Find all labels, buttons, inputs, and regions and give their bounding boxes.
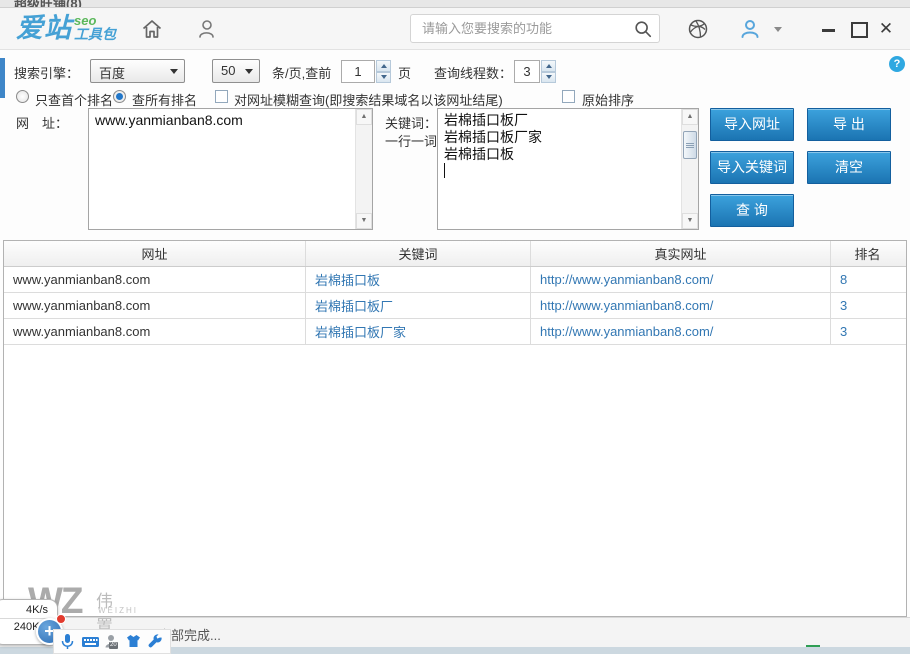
titlebar: 爱站 seo 工具包 ✕ [0, 8, 910, 50]
background-window-strip: 超级旺铺(8) [0, 0, 910, 8]
user-menu-caret-icon[interactable] [774, 27, 782, 32]
engine-select[interactable]: 百度 [90, 59, 185, 83]
text-cursor [444, 163, 445, 178]
results-table: 网址 关键词 真实网址 排名 www.yanmianban8.com 岩棉插口板… [3, 240, 907, 617]
threads-label: 查询线程数： [434, 66, 513, 81]
header-rank: 排名 [854, 247, 881, 262]
cell-rank: 3 [840, 298, 848, 313]
cell-url: www.yanmianban8.com [4, 319, 306, 344]
keywords-scrollbar[interactable]: ▲ ▼ [681, 109, 698, 229]
engine-label: 搜索引擎： [14, 66, 80, 81]
pages-input[interactable]: 1 [341, 60, 375, 83]
help-icon[interactable]: ? [889, 56, 905, 72]
background-accent [0, 58, 5, 98]
threads-down-icon[interactable] [541, 71, 556, 83]
ime-user-icon[interactable]: 20 [103, 633, 120, 650]
scroll-down-icon[interactable]: ▼ [682, 213, 698, 229]
import-urls-button[interactable]: 导入网址 [710, 108, 794, 141]
minimize-button[interactable] [820, 20, 838, 38]
chevron-down-icon [170, 69, 178, 74]
ime-badge: 20 [109, 642, 118, 649]
threads-stepper: 3 [514, 60, 556, 83]
app-window: 超级旺铺(8) 爱站 seo 工具包 ✕ [0, 0, 910, 654]
table-header-row: 网址 关键词 真实网址 排名 [4, 241, 906, 267]
scrollbar-thumb[interactable] [683, 131, 697, 159]
checkbox-original-order-label[interactable]: 原始排序 [582, 90, 634, 109]
chevron-down-icon [245, 69, 253, 74]
radio-first-rank[interactable] [16, 90, 29, 103]
url-scrollbar[interactable]: ▲ ▼ [355, 109, 372, 229]
radio-all-ranks[interactable] [113, 90, 126, 103]
pagesize-value: 50 [221, 63, 236, 78]
scroll-down-icon[interactable]: ▼ [356, 213, 372, 229]
header-url: 网址 [4, 241, 306, 266]
wrench-icon[interactable] [147, 633, 164, 650]
cell-rank: 8 [840, 272, 848, 287]
function-search-box [410, 14, 660, 43]
scroll-up-icon[interactable]: ▲ [356, 109, 372, 125]
table-row: www.yanmianban8.com 岩棉插口板厂家 http://www.y… [4, 319, 906, 345]
pages-stepper: 1 [341, 60, 391, 83]
checkbox-original-order[interactable] [562, 90, 575, 103]
engine-value: 百度 [99, 66, 126, 81]
url-label: 网 址： [16, 116, 69, 131]
keywords-textarea[interactable]: 岩棉插口板厂 岩棉插口板厂家 岩棉插口板 [437, 108, 699, 230]
per-page-label: 条/页,查前 [272, 66, 332, 81]
cell-real-url-link[interactable]: http://www.yanmianban8.com/ [531, 319, 831, 344]
contacts-icon[interactable] [194, 17, 218, 44]
pagesize-select[interactable]: 50 [212, 59, 260, 83]
cell-real-url-link[interactable]: http://www.yanmianban8.com/ [531, 293, 831, 318]
upload-speed: 4K/s [0, 604, 48, 619]
skin-tshirt-icon[interactable] [125, 633, 142, 650]
search-input[interactable] [420, 16, 625, 41]
home-icon[interactable] [140, 17, 164, 44]
keyword-sublabel: 一行一词 [385, 134, 438, 149]
cell-keyword-link[interactable]: 岩棉插口板厂 [306, 293, 531, 318]
threads-input[interactable]: 3 [514, 60, 540, 83]
app-logo: 爱站 seo 工具包 [16, 13, 116, 43]
header-keyword: 关键词 [306, 241, 531, 266]
maximize-button[interactable] [849, 20, 868, 38]
checkbox-fuzzy-match[interactable] [215, 90, 228, 103]
logo-text: 爱站 [16, 13, 72, 43]
cell-keyword-link[interactable]: 岩棉插口板 [306, 267, 531, 292]
cell-url: www.yanmianban8.com [4, 267, 306, 292]
ime-toolbar: 20 [53, 629, 171, 654]
search-icon[interactable] [633, 19, 653, 39]
header-real-url: 真实网址 [531, 241, 831, 266]
import-keywords-button[interactable]: 导入关键词 [710, 151, 794, 184]
close-button[interactable]: ✕ [877, 20, 895, 38]
watermark-sub: WEIZHI [98, 606, 138, 615]
table-row: www.yanmianban8.com 岩棉插口板厂 http://www.ya… [4, 293, 906, 319]
user-icon[interactable] [738, 17, 762, 44]
checkbox-fuzzy-match-label[interactable]: 对网址模糊查询(即搜索结果域名以该网址结尾) [234, 90, 503, 109]
dribbble-icon[interactable] [686, 17, 710, 44]
radio-all-ranks-label[interactable]: 查所有排名 [132, 90, 197, 109]
notification-dot [56, 614, 66, 624]
background-window-title: 超级旺铺(8) [14, 0, 82, 8]
cell-rank: 3 [840, 324, 848, 339]
clear-button[interactable]: 清空 [807, 151, 891, 184]
keyword-label: 关键词： [385, 116, 438, 131]
pages-down-icon[interactable] [376, 71, 391, 83]
cell-keyword-link[interactable]: 岩棉插口板厂家 [306, 319, 531, 344]
scroll-up-icon[interactable]: ▲ [682, 109, 698, 125]
cell-real-url-link[interactable]: http://www.yanmianban8.com/ [531, 267, 831, 292]
cell-url: www.yanmianban8.com [4, 293, 306, 318]
radio-first-rank-label[interactable]: 只查首个排名 [35, 90, 113, 109]
query-button[interactable]: 查 询 [710, 194, 794, 227]
threads-up-icon[interactable] [541, 60, 556, 72]
export-button[interactable]: 导 出 [807, 108, 891, 141]
url-textarea[interactable]: www.yanmianban8.com [88, 108, 373, 230]
table-row: www.yanmianban8.com 岩棉插口板 http://www.yan… [4, 267, 906, 293]
logo-sub-text: 工具包 [74, 26, 116, 42]
pages-unit-label: 页 [398, 66, 412, 81]
keyboard-icon[interactable] [81, 633, 99, 650]
pages-up-icon[interactable] [376, 60, 391, 72]
microphone-icon[interactable] [59, 633, 76, 650]
